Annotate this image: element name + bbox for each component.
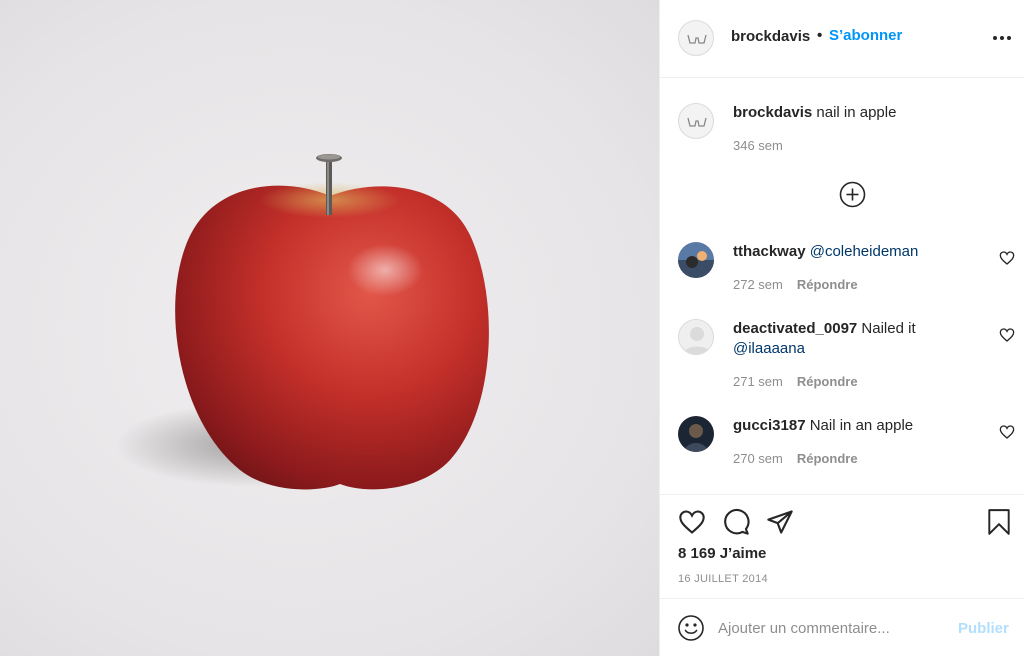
like-comment-heart-icon[interactable] bbox=[999, 327, 1015, 343]
comment-mention[interactable]: @coleheideman bbox=[810, 243, 919, 260]
comment-time[interactable]: 271 sem bbox=[733, 374, 783, 389]
comment-icon[interactable] bbox=[722, 508, 750, 536]
post-photo[interactable] bbox=[0, 0, 659, 656]
caption-time[interactable]: 346 sem bbox=[733, 138, 783, 153]
comment-username[interactable]: deactivated_0097 bbox=[733, 320, 857, 337]
photo-avatar-icon bbox=[678, 416, 714, 452]
comment-text: Nailed it bbox=[861, 320, 916, 337]
author-avatar[interactable] bbox=[678, 20, 714, 56]
comment-username[interactable]: tthackway bbox=[733, 243, 806, 260]
post-actions: 8 169 J’aime 16 JUILLET 2014 bbox=[660, 494, 1024, 598]
add-circle-icon[interactable] bbox=[839, 181, 866, 208]
reply-button[interactable]: Répondre bbox=[797, 451, 858, 466]
photo-avatar-icon bbox=[678, 242, 714, 278]
comment-mention[interactable]: @ilaaaana bbox=[733, 340, 805, 357]
comment-time[interactable]: 270 sem bbox=[733, 451, 783, 466]
comment-composer: Publier bbox=[660, 598, 1024, 656]
like-comment-heart-icon[interactable] bbox=[999, 424, 1015, 440]
post-header: brockdavis • S’abonner bbox=[660, 0, 1024, 78]
default-user-icon bbox=[683, 327, 711, 354]
reply-button[interactable]: Répondre bbox=[797, 277, 858, 292]
caption-text: nail in apple bbox=[816, 104, 897, 121]
comment-username[interactable]: gucci3187 bbox=[733, 417, 806, 434]
heart-icon[interactable] bbox=[678, 508, 706, 536]
apple-image bbox=[115, 154, 489, 490]
glasses-avatar-icon bbox=[687, 117, 707, 127]
more-icon[interactable] bbox=[990, 27, 1014, 47]
comment-text: Nail in an apple bbox=[809, 417, 914, 434]
caption-username[interactable]: brockdavis bbox=[733, 104, 812, 121]
post-date[interactable]: 16 JUILLET 2014 bbox=[678, 573, 768, 585]
separator-dot: • bbox=[817, 27, 823, 44]
like-count[interactable]: 8 169 J’aime bbox=[678, 545, 766, 562]
commenter-avatar[interactable] bbox=[678, 242, 714, 278]
commenter-avatar[interactable] bbox=[678, 319, 714, 355]
like-comment-heart-icon[interactable] bbox=[999, 250, 1015, 266]
comment-time[interactable]: 272 sem bbox=[733, 277, 783, 292]
publish-button[interactable]: Publier bbox=[958, 620, 1009, 637]
author-username[interactable]: brockdavis bbox=[731, 28, 810, 45]
commenter-avatar[interactable] bbox=[678, 416, 714, 452]
comment-input[interactable] bbox=[718, 617, 948, 639]
share-icon[interactable] bbox=[766, 508, 794, 536]
reply-button[interactable]: Répondre bbox=[797, 374, 858, 389]
glasses-avatar-icon bbox=[687, 34, 707, 44]
bookmark-icon[interactable] bbox=[986, 508, 1012, 536]
emoji-icon[interactable] bbox=[677, 614, 705, 642]
follow-button[interactable]: S’abonner bbox=[829, 27, 902, 44]
post-side-panel: brockdavis • S’abonner brockdavis nail i… bbox=[659, 0, 1024, 656]
caption-avatar[interactable] bbox=[678, 103, 714, 139]
